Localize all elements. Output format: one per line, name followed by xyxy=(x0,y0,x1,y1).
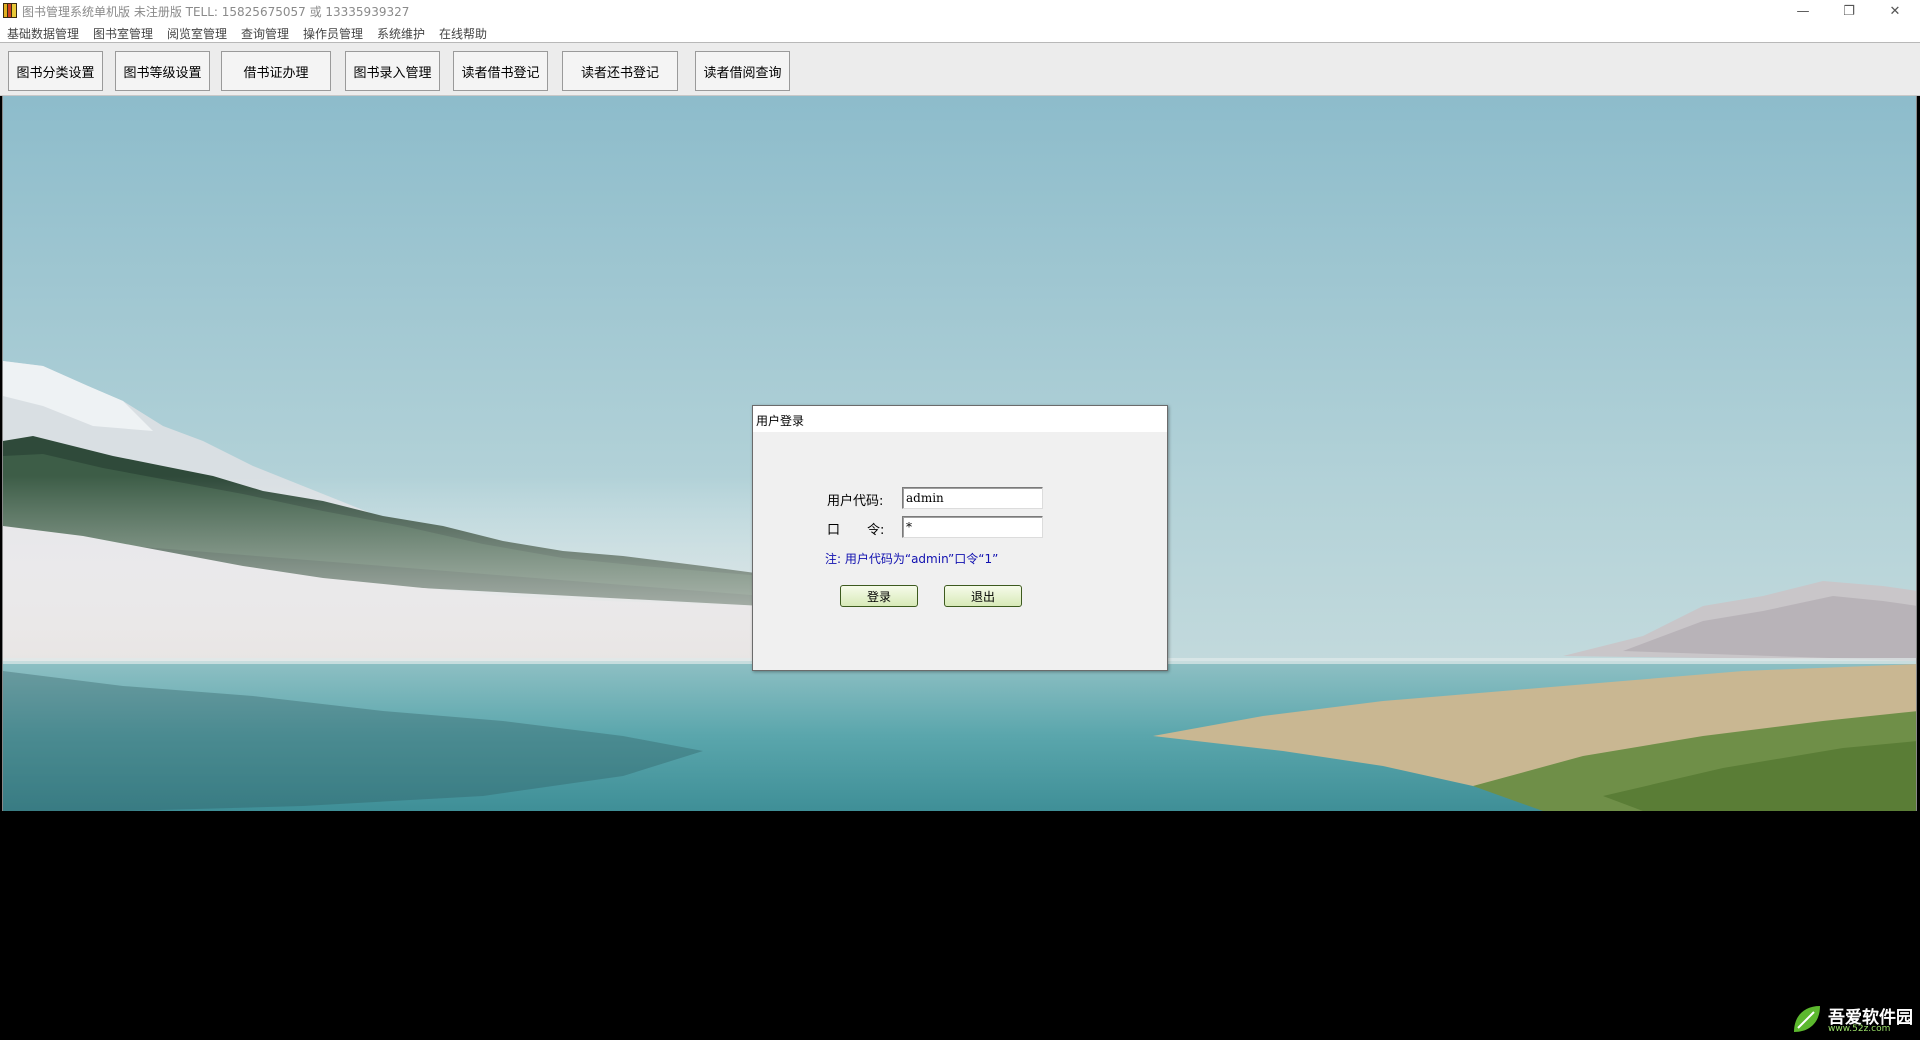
login-button[interactable]: 登录 xyxy=(840,585,918,607)
book-level-button[interactable]: 图书等级设置 xyxy=(115,51,210,91)
return-register-button[interactable]: 读者还书登记 xyxy=(562,51,678,91)
user-code-input[interactable]: admin xyxy=(902,487,1043,509)
toolbar: 图书分类设置 图书等级设置 借书证办理 图书录入管理 读者借书登记 读者还书登记… xyxy=(0,42,1920,96)
book-category-button[interactable]: 图书分类设置 xyxy=(8,51,103,91)
watermark-url: www.52z.com xyxy=(1828,1024,1891,1034)
password-input[interactable]: * xyxy=(902,516,1043,538)
app-books-icon xyxy=(3,3,17,18)
window-title: 图书管理系统单机版 未注册版 TELL: 15825675057 或 13335… xyxy=(22,5,410,19)
close-icon: ✕ xyxy=(1889,3,1901,19)
password-label-prefix: 口 xyxy=(827,523,841,538)
password-label: 令: xyxy=(867,523,885,538)
user-code-label: 用户代码: xyxy=(827,494,884,509)
restore-icon: ❐ xyxy=(1843,3,1855,19)
title-bar: 图书管理系统单机版 未注册版 TELL: 15825675057 或 13335… xyxy=(0,0,1920,22)
borrow-query-button[interactable]: 读者借阅查询 xyxy=(695,51,790,91)
dialog-title: 用户登录 xyxy=(756,414,805,428)
close-button[interactable]: ✕ xyxy=(1872,0,1918,22)
menu-online-help[interactable]: 在线帮助 xyxy=(439,25,487,42)
library-card-button[interactable]: 借书证办理 xyxy=(221,51,331,91)
menu-reading-room[interactable]: 阅览室管理 xyxy=(167,25,227,42)
menu-query[interactable]: 查询管理 xyxy=(241,25,289,42)
exit-button[interactable]: 退出 xyxy=(944,585,1022,607)
menu-operator[interactable]: 操作员管理 xyxy=(303,25,363,42)
site-watermark: 吾爱软件园 www.52z.com xyxy=(1788,1000,1916,1038)
leaf-logo-icon xyxy=(1794,1006,1820,1032)
login-dialog: 用户登录 用户代码: admin 口 令: * 注: 用户代码为“admin”口… xyxy=(752,405,1168,671)
login-hint-note: 注: 用户代码为“admin”口令“1” xyxy=(825,552,999,566)
dialog-title-bar: 用户登录 xyxy=(753,406,1167,432)
menu-system-maintenance[interactable]: 系统维护 xyxy=(377,25,425,42)
menu-basic-data[interactable]: 基础数据管理 xyxy=(7,25,79,42)
minimize-button[interactable]: — xyxy=(1780,0,1826,22)
book-entry-button[interactable]: 图书录入管理 xyxy=(345,51,440,91)
borrow-register-button[interactable]: 读者借书登记 xyxy=(453,51,548,91)
menu-bar: 基础数据管理 图书室管理 阅览室管理 查询管理 操作员管理 系统维护 在线帮助 xyxy=(0,22,1920,42)
minimize-icon: — xyxy=(1796,3,1810,19)
menu-library-room[interactable]: 图书室管理 xyxy=(93,25,153,42)
restore-button[interactable]: ❐ xyxy=(1826,0,1872,22)
